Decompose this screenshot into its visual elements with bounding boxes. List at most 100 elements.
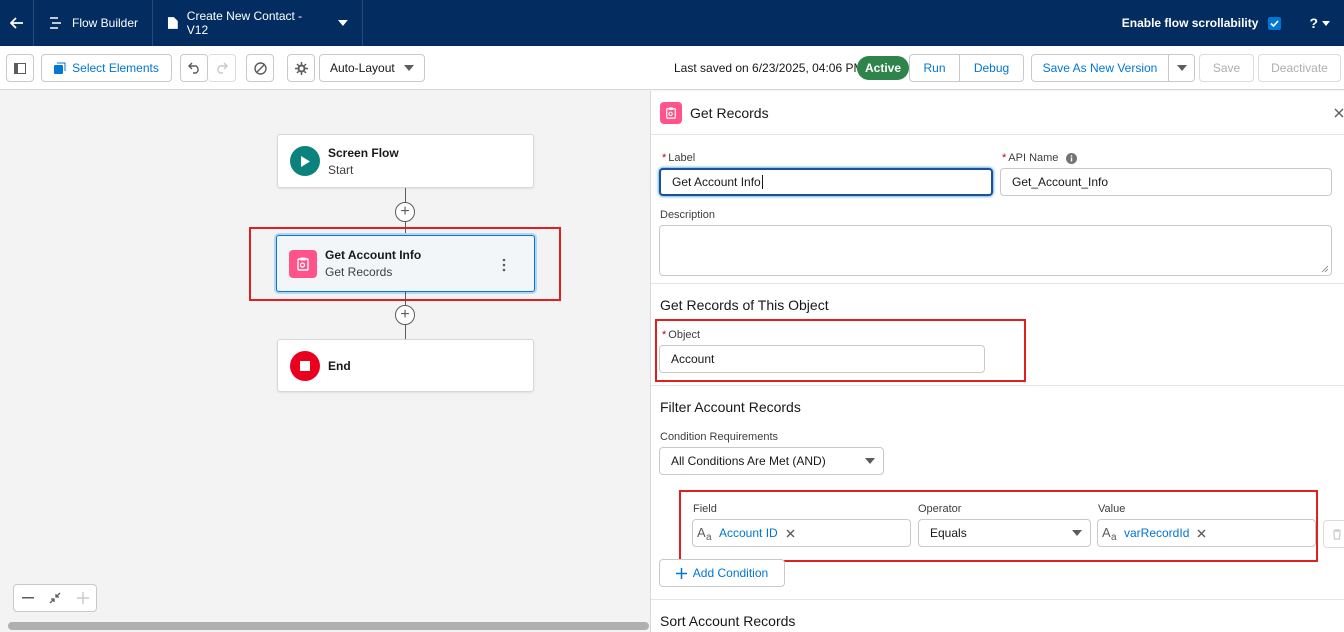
app-name: Flow Builder (72, 16, 139, 30)
condition-field-value: Account ID (719, 526, 778, 540)
required-marker: * (1002, 152, 1007, 164)
toolbar: Select Elements Auto-Layout Last saved o… (0, 46, 1344, 90)
deactivate-button[interactable]: Deactivate (1258, 54, 1341, 82)
label-text: Label (668, 152, 696, 164)
flow-title: Create New Contact - V12 (186, 9, 303, 37)
panel-header: Get Records (651, 91, 1344, 135)
get-records-icon (660, 101, 682, 124)
undo-button[interactable] (180, 54, 208, 82)
last-saved-text: Last saved on 6/23/2025, 04:06 PM (674, 61, 864, 75)
info-icon[interactable] (1066, 152, 1078, 164)
save-menu-button[interactable] (1168, 54, 1195, 82)
resize-handle-icon[interactable] (1321, 265, 1329, 273)
condition-value-input[interactable]: Aa varRecordId (1097, 519, 1316, 547)
add-element-button[interactable]: + (395, 202, 415, 222)
add-element-button[interactable]: + (395, 305, 415, 325)
condition-value-text: varRecordId (1124, 526, 1190, 540)
select-icon (54, 62, 66, 74)
debug-button[interactable]: Debug (959, 54, 1024, 82)
scroll-toggle-label: Enable flow scrollability (1121, 16, 1259, 30)
api-name-input[interactable]: Get_Account_Info (1000, 168, 1332, 196)
close-icon[interactable] (1334, 108, 1344, 118)
end-node-title: End (328, 358, 351, 373)
plus-icon (76, 592, 89, 604)
plus-icon (675, 567, 687, 579)
layout-select[interactable]: Auto-Layout (319, 54, 425, 82)
chevron-down-icon (338, 20, 349, 26)
value-pill: Aa varRecordId (1102, 525, 1206, 541)
select-elements-label: Select Elements (72, 61, 159, 75)
debug-label: Debug (973, 61, 1010, 75)
toggle-panel-button[interactable] (6, 54, 34, 82)
back-arrow-icon (9, 17, 23, 29)
object-input[interactable]: Account (659, 345, 985, 373)
horizontal-scrollbar[interactable] (8, 622, 649, 630)
api-name-field-label: * API Name (1002, 152, 1078, 164)
properties-panel: Get Records * Label Get Account Info * API… (650, 91, 1344, 632)
play-icon (290, 146, 320, 176)
object-label-text: Object (668, 329, 701, 341)
layout-select-value: Auto-Layout (330, 61, 395, 75)
condition-requirements-value: All Conditions Are Met (AND) (671, 454, 826, 468)
ban-icon (253, 61, 267, 75)
zoom-in-button[interactable] (69, 584, 97, 612)
filter-section-title: Filter Account Records (660, 399, 801, 415)
field-column-header: Field (693, 503, 717, 515)
more-actions-icon[interactable] (502, 258, 506, 272)
start-node[interactable]: Screen Flow Start (277, 134, 534, 188)
flow-title-section[interactable]: Create New Contact - V12 (153, 0, 364, 46)
section-divider (651, 283, 1344, 284)
back-button[interactable] (0, 0, 34, 46)
description-field-label: Description (660, 209, 716, 221)
condition-requirements-label: Condition Requirements (660, 431, 779, 443)
svg-text:a: a (706, 532, 712, 541)
description-textarea[interactable] (659, 225, 1332, 276)
stop-icon (290, 350, 320, 381)
label-field-label: * Label (662, 152, 695, 164)
remove-icon[interactable] (1197, 529, 1206, 538)
select-elements-button[interactable]: Select Elements (41, 54, 172, 82)
condition-requirements-select[interactable]: All Conditions Are Met (AND) (659, 447, 884, 475)
field-pill: Aa Account ID (697, 525, 795, 541)
start-node-subtitle: Start (328, 162, 354, 177)
get-records-node[interactable]: Get Account Info Get Records (276, 235, 535, 292)
flow-icon (50, 17, 61, 29)
condition-field-input[interactable]: Aa Account ID (692, 519, 911, 547)
svg-text:a: a (1111, 532, 1117, 541)
start-node-title: Screen Flow (328, 145, 399, 160)
checkmark-icon (1270, 19, 1280, 27)
redo-button[interactable] (208, 54, 236, 82)
get-records-node-title: Get Account Info (325, 248, 422, 262)
status-badge: Active (857, 56, 910, 80)
app-header: Flow Builder Create New Contact - V12 En… (0, 0, 1344, 46)
errors-button[interactable] (246, 54, 274, 82)
save-button[interactable]: Save (1199, 54, 1254, 82)
chevron-down-icon (1072, 530, 1082, 536)
label-input[interactable]: Get Account Info (659, 168, 993, 196)
sort-section-title: Sort Account Records (660, 613, 796, 629)
settings-button[interactable] (287, 54, 315, 82)
save-label: Save (1212, 61, 1241, 75)
save-as-new-version-button[interactable]: Save As New Version (1031, 54, 1169, 82)
document-icon (168, 17, 178, 29)
help-button[interactable]: ? (1309, 15, 1330, 31)
zoom-out-button[interactable] (13, 584, 42, 612)
condition-operator-select[interactable]: Equals (918, 519, 1091, 547)
add-condition-button[interactable]: Add Condition (659, 559, 785, 587)
end-node[interactable]: End (277, 339, 534, 392)
gear-icon (294, 61, 308, 75)
scroll-toggle-checkbox[interactable] (1268, 16, 1282, 30)
flow-canvas[interactable]: Screen Flow Start + Get Account Info Get… (0, 91, 649, 632)
delete-condition-button[interactable] (1323, 520, 1344, 548)
add-condition-label: Add Condition (692, 566, 769, 580)
trash-icon (1333, 528, 1341, 540)
chevron-down-icon (404, 65, 414, 71)
remove-icon[interactable] (786, 529, 795, 538)
text-type-icon: Aa (697, 525, 712, 541)
redo-icon (217, 62, 228, 74)
run-button[interactable]: Run (909, 54, 960, 82)
chevron-down-icon (865, 458, 875, 464)
fit-view-button[interactable] (41, 584, 70, 612)
section-divider (651, 385, 1344, 386)
svg-text:A: A (697, 525, 706, 540)
